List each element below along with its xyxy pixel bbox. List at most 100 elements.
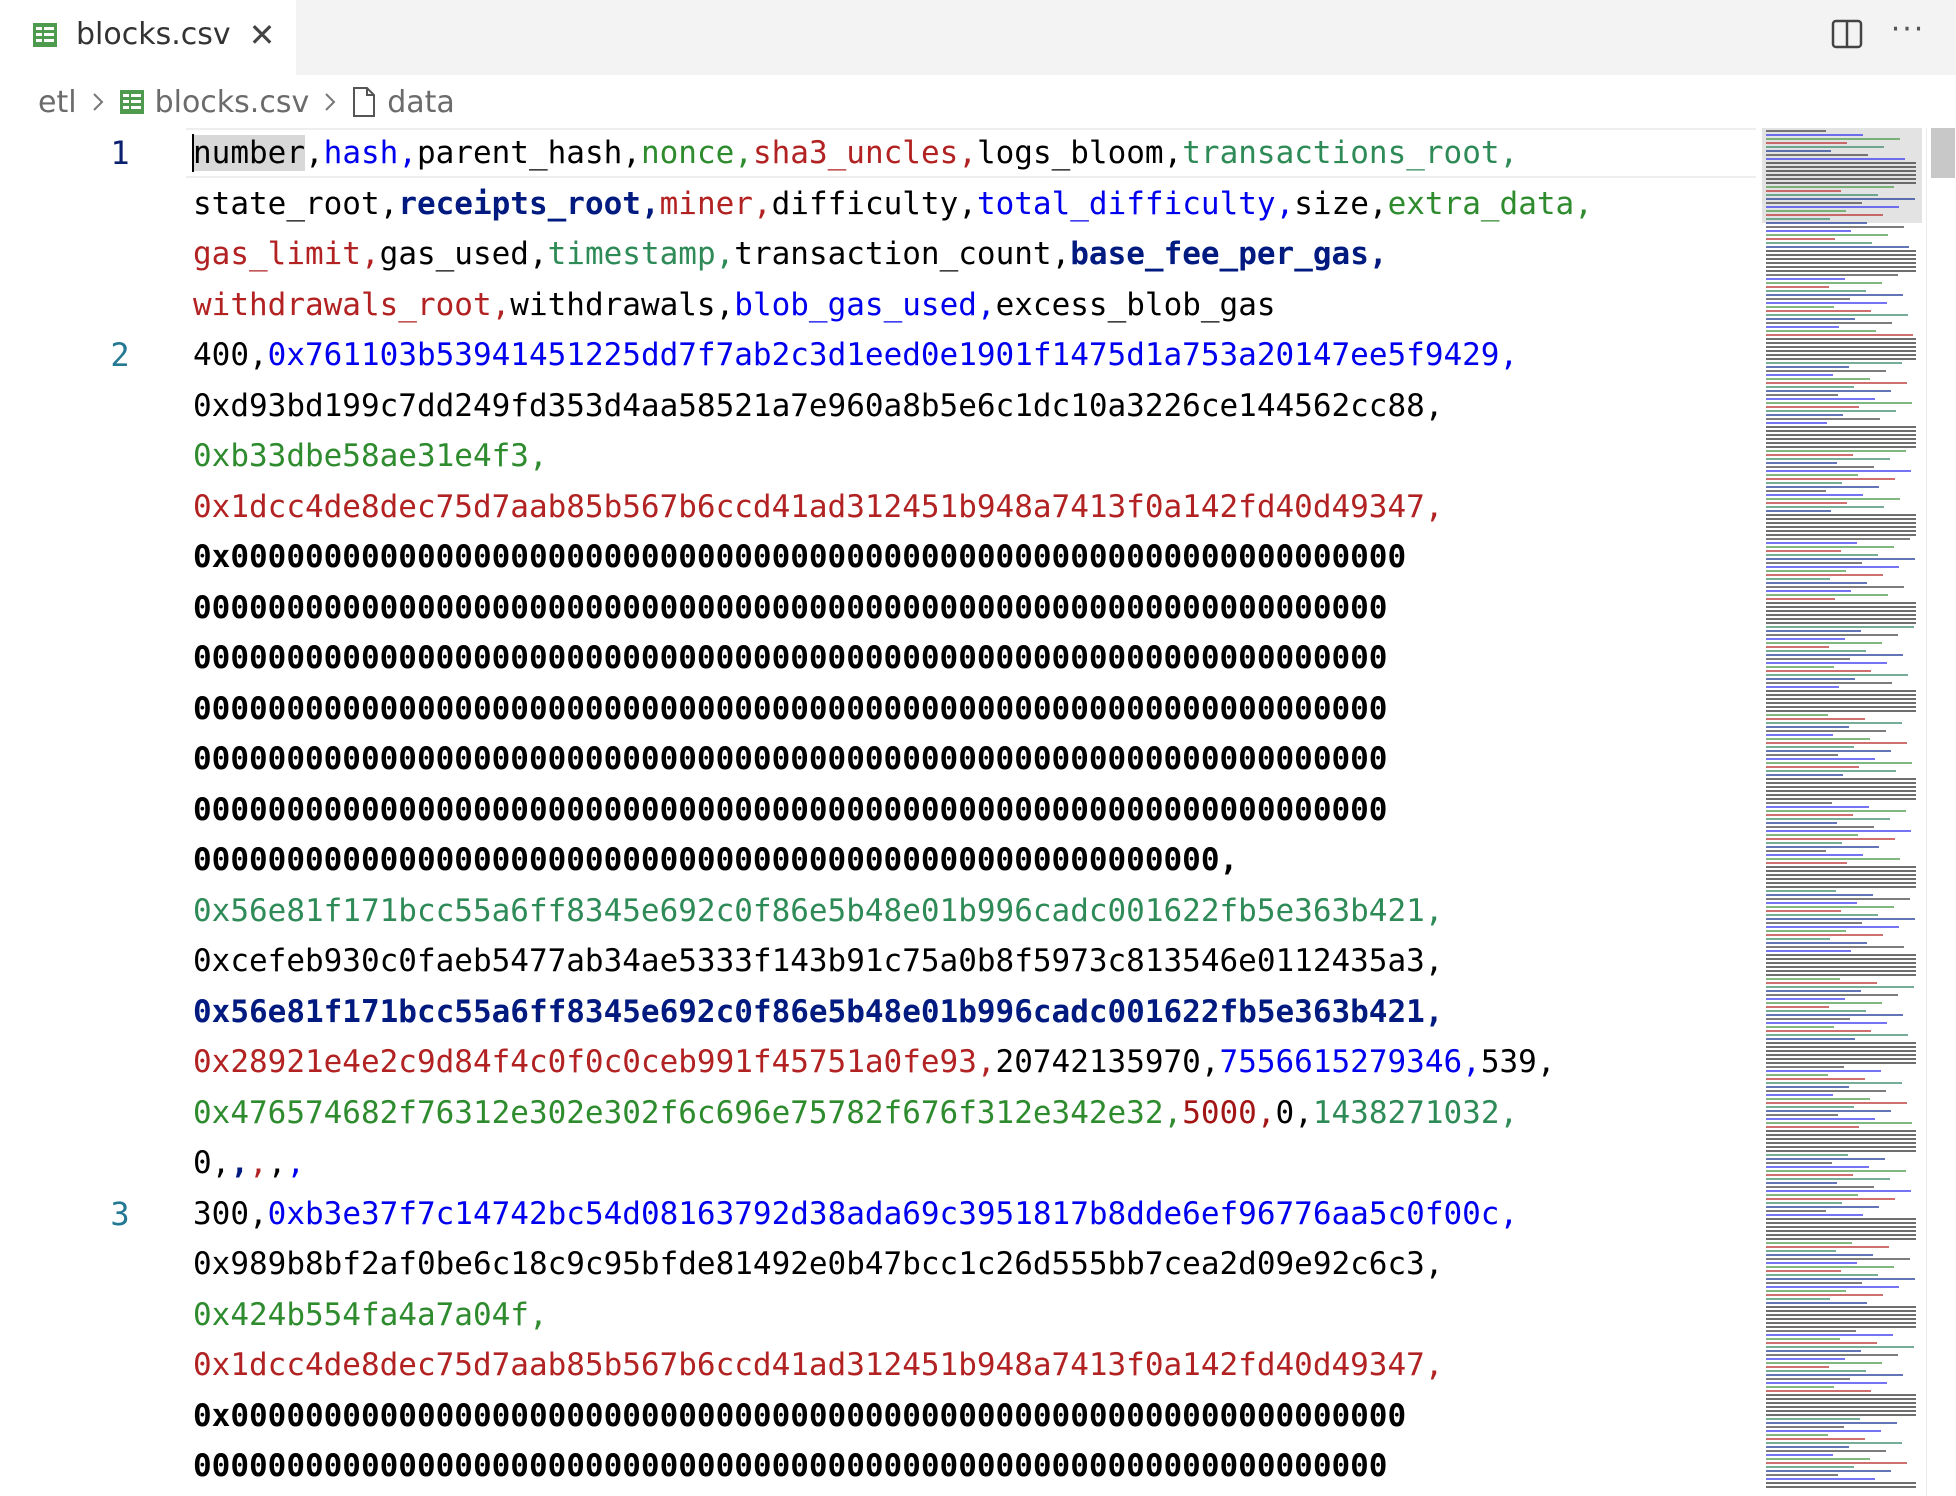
minimap-line — [1766, 366, 1849, 368]
minimap-line — [1766, 246, 1909, 248]
minimap-line — [1766, 1102, 1907, 1104]
code-line[interactable]: 0x989b8bf2af0be6c18c9c95bfde81492e0b47bc… — [193, 1239, 1443, 1289]
code-line[interactable]: withdrawals_root,withdrawals,blob_gas_us… — [193, 280, 1276, 330]
minimap-line — [1766, 1394, 1916, 1396]
code-line[interactable]: 0000000000000000000000000000000000000000… — [193, 633, 1387, 683]
minimap-line — [1766, 1310, 1916, 1312]
minimap-line — [1766, 266, 1916, 268]
csv-token: 0x00000000000000000000000000000000000000… — [193, 539, 1407, 575]
csv-token: 0000000000000000000000000000000000000000… — [193, 589, 1388, 626]
minimap-line — [1766, 154, 1868, 156]
code-line[interactable]: 0000000000000000000000000000000000000000… — [193, 583, 1387, 633]
minimap-line — [1766, 686, 1839, 688]
minimap-line — [1766, 558, 1915, 560]
csv-token: 0xcefeb930c0faeb5477ab34ae5333f143b91c75… — [193, 943, 1425, 979]
minimap-line — [1766, 314, 1908, 316]
minimap-line — [1766, 986, 1914, 988]
minimap-line — [1766, 1110, 1891, 1112]
code-line[interactable]: 0xd93bd199c7dd249fd353d4aa58521a7e960a8b… — [193, 381, 1443, 431]
code-line[interactable]: 0x00000000000000000000000000000000000000… — [193, 1391, 1406, 1441]
code-line[interactable]: 0000000000000000000000000000000000000000… — [193, 684, 1387, 734]
minimap-line — [1766, 978, 1840, 980]
vertical-scrollbar[interactable] — [1926, 128, 1956, 1496]
csv-token: timestamp — [547, 236, 716, 272]
minimap-line — [1766, 866, 1916, 868]
minimap-line — [1766, 1130, 1916, 1132]
breadcrumb-file[interactable]: blocks.csv — [155, 85, 310, 120]
code-line[interactable]: 0xb33dbe58ae31e4f3, — [193, 431, 548, 481]
minimap-line — [1766, 1418, 1860, 1420]
minimap-line — [1766, 186, 1894, 188]
code-line[interactable]: 0,,,,, — [193, 1138, 305, 1188]
minimap-line — [1766, 1134, 1916, 1136]
minimap[interactable] — [1762, 128, 1922, 1496]
minimap-line — [1766, 762, 1912, 764]
minimap-line — [1766, 1190, 1911, 1192]
minimap-line — [1766, 874, 1916, 876]
minimap-line — [1766, 810, 1906, 812]
csv-token: 400 — [193, 337, 249, 373]
minimap-line — [1766, 690, 1916, 692]
minimap-line — [1766, 1270, 1841, 1272]
code-line[interactable]: 0x424b554fa4a7a04f, — [193, 1290, 548, 1340]
minimap-line — [1766, 990, 1861, 992]
minimap-line — [1766, 1162, 1832, 1164]
minimap-line — [1766, 506, 1884, 508]
more-actions-icon[interactable]: ··· — [1888, 15, 1928, 51]
minimap-line — [1766, 158, 1905, 160]
minimap-line — [1766, 582, 1867, 584]
minimap-line — [1766, 170, 1916, 172]
minimap-line — [1766, 590, 1851, 592]
csv-token: 0000000000000000000000000000000000000000… — [193, 690, 1388, 727]
minimap-line — [1766, 1414, 1916, 1416]
minimap-line — [1766, 430, 1916, 432]
minimap-line — [1766, 1282, 1862, 1284]
scrollbar-thumb[interactable] — [1931, 128, 1955, 178]
code-line[interactable]: 0x476574682f76312e302e302f6c696e75782f67… — [193, 1088, 1518, 1138]
csv-token: parent_hash — [416, 135, 623, 171]
code-line[interactable]: 0x1dcc4de8dec75d7aab85b567b6ccd41ad31245… — [193, 482, 1443, 532]
code-line[interactable]: gas_limit,gas_used,timestamp,transaction… — [193, 229, 1388, 279]
minimap-line — [1766, 1042, 1916, 1044]
code-line[interactable]: 0000000000000000000000000000000000000000… — [193, 785, 1387, 835]
minimap-line — [1766, 878, 1916, 880]
breadcrumb-folder-etl[interactable]: etl — [38, 85, 77, 120]
code-line[interactable]: 0000000000000000000000000000000000000000… — [193, 835, 1238, 885]
minimap-line — [1766, 1242, 1852, 1244]
minimap-line — [1766, 1234, 1916, 1236]
code-line[interactable]: state_root,receipts_root,miner,difficult… — [193, 179, 1593, 229]
tab-blocks-csv[interactable]: blocks.csv ✕ — [0, 0, 296, 75]
code-line[interactable]: 300,0xb3e37f7c14742bc54d08163792d38ada69… — [193, 1189, 1518, 1239]
code-line[interactable]: 0000000000000000000000000000000000000000… — [193, 734, 1387, 784]
minimap-line — [1766, 854, 1863, 856]
code-editor[interactable]: 123 number,hash,parent_hash,nonce,sha3_u… — [0, 128, 1756, 1496]
minimap-line — [1766, 234, 1888, 236]
minimap-line — [1766, 438, 1916, 440]
code-line[interactable]: 0x56e81f171bcc55a6ff8345e692c0f86e5b48e0… — [193, 886, 1443, 936]
code-line[interactable]: 0x00000000000000000000000000000000000000… — [193, 532, 1406, 582]
minimap-line — [1766, 238, 1835, 240]
minimap-line — [1766, 606, 1916, 608]
code-line[interactable]: 0x28921e4e2c9d84f4c0f0c0ceb991f45751a0fe… — [193, 1037, 1556, 1087]
code-line[interactable]: 400,0x761103b53941451225dd7f7ab2c3d1eed0… — [193, 330, 1518, 380]
minimap-line — [1766, 1074, 1828, 1076]
minimap-line — [1766, 950, 1851, 952]
csv-token: , — [1424, 943, 1444, 979]
close-icon[interactable]: ✕ — [248, 18, 276, 52]
minimap-line — [1766, 1106, 1854, 1108]
csv-token: , — [622, 135, 641, 171]
code-line[interactable]: number,hash,parent_hash,nonce,sha3_uncle… — [193, 128, 1518, 178]
csv-token: , — [958, 135, 977, 171]
code-line[interactable]: 0000000000000000000000000000000000000000… — [193, 1441, 1387, 1491]
minimap-line — [1766, 182, 1916, 184]
minimap-line — [1766, 622, 1916, 624]
split-editor-icon[interactable] — [1830, 17, 1864, 51]
minimap-line — [1766, 294, 1903, 296]
minimap-line — [1766, 1402, 1916, 1404]
code-line[interactable]: 0xcefeb930c0faeb5477ab34ae5333f143b91c75… — [193, 936, 1443, 986]
code-line[interactable]: 0x1dcc4de8dec75d7aab85b567b6ccd41ad31245… — [193, 1340, 1443, 1390]
code-line[interactable]: 0x56e81f171bcc55a6ff8345e692c0f86e5b48e0… — [193, 987, 1443, 1037]
breadcrumb-symbol[interactable]: data — [387, 85, 455, 120]
minimap-line — [1766, 806, 1869, 808]
minimap-line — [1766, 442, 1916, 444]
